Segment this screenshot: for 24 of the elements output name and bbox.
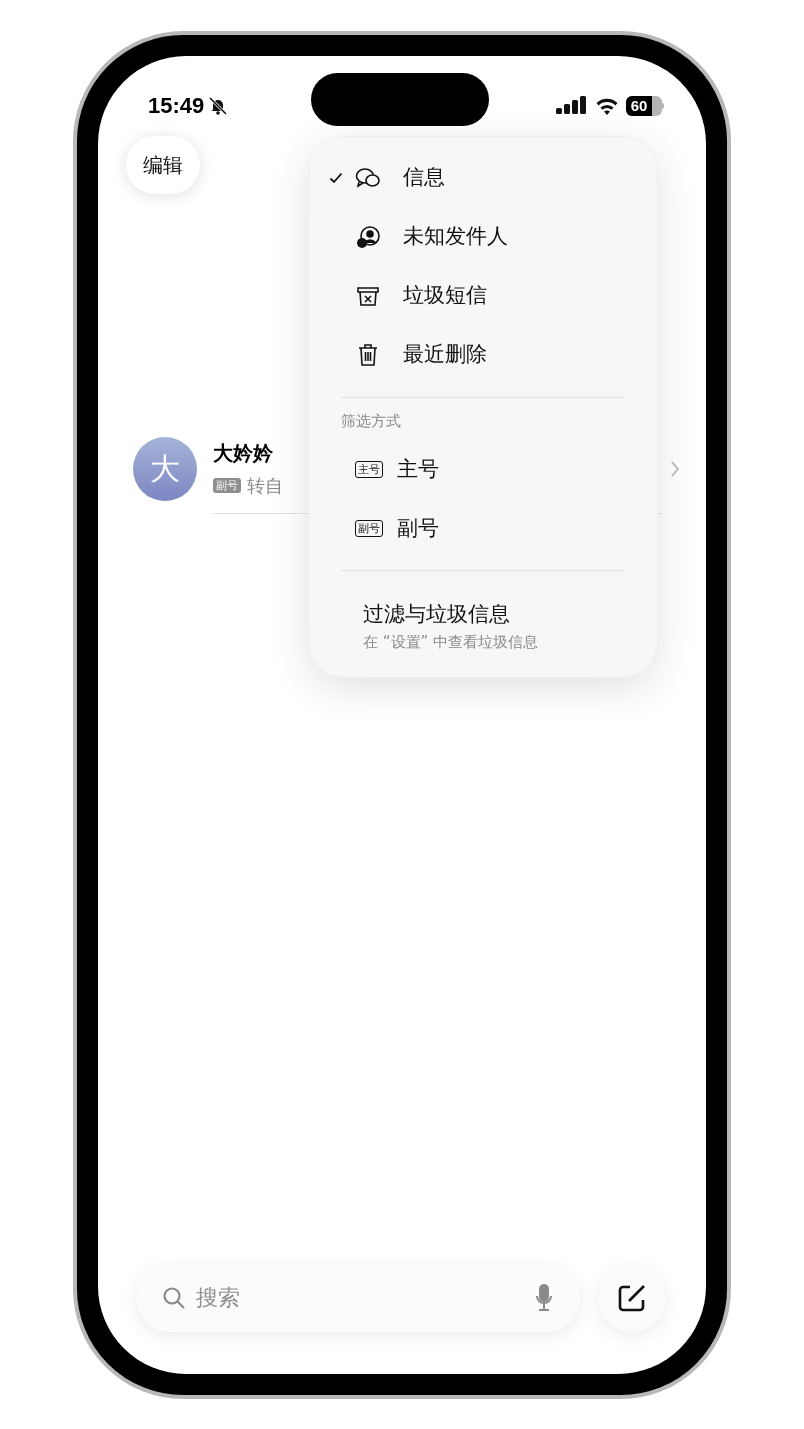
menu-item[interactable]: 未知发件人 xyxy=(309,207,657,267)
microphone-icon xyxy=(534,1283,554,1312)
menu-item[interactable]: 最近删除 xyxy=(309,325,657,385)
line-badge: 副号 xyxy=(213,477,241,493)
status-time: 15:49 xyxy=(148,92,205,120)
avatar: 大 xyxy=(133,436,197,501)
bell-slash-icon xyxy=(208,95,229,116)
search-input[interactable]: 搜索 xyxy=(196,1281,524,1314)
edit-button[interactable]: 编辑 xyxy=(126,135,200,194)
message-preview: 转自 xyxy=(247,473,283,498)
menu-item[interactable]: 副号 副号 xyxy=(309,499,657,558)
battery-indicator: 60 xyxy=(626,95,664,116)
menu-item[interactable]: 垃圾短信 xyxy=(309,266,657,326)
search-field[interactable]: 搜索 xyxy=(136,1263,580,1332)
line-badge: 主号 xyxy=(355,461,383,478)
menu-item[interactable]: 信息 xyxy=(309,148,657,208)
chevron-right-icon xyxy=(670,459,680,478)
filter-settings-item[interactable]: 过滤与垃圾信息 在 “设置” 中查看垃圾信息 xyxy=(309,583,657,653)
search-icon xyxy=(162,1285,186,1310)
signal-icon xyxy=(556,95,588,116)
menu-item[interactable]: 主号 主号 xyxy=(309,440,657,499)
section-heading: 筛选方式 xyxy=(340,410,402,432)
line-badge: 副号 xyxy=(355,520,383,537)
person-question-icon xyxy=(355,224,381,250)
